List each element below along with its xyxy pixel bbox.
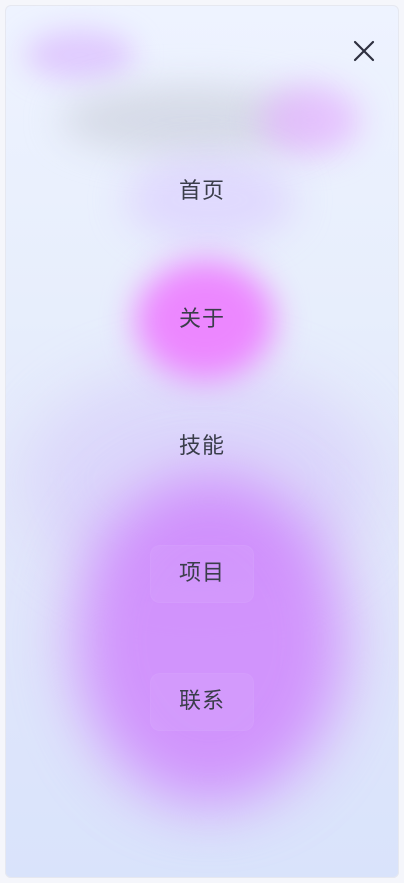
nav-item-contact[interactable]: 联系 (150, 673, 254, 731)
nav-item-home[interactable]: 首页 (150, 163, 254, 221)
nav-item-skills[interactable]: 技能 (150, 418, 254, 476)
mobile-nav-overlay: 首页 关于 技能 项目 联系 (5, 5, 399, 878)
nav-item-projects[interactable]: 项目 (150, 545, 254, 603)
nav-menu: 首页 关于 技能 项目 联系 (5, 5, 399, 878)
nav-item-about[interactable]: 关于 (150, 291, 254, 349)
